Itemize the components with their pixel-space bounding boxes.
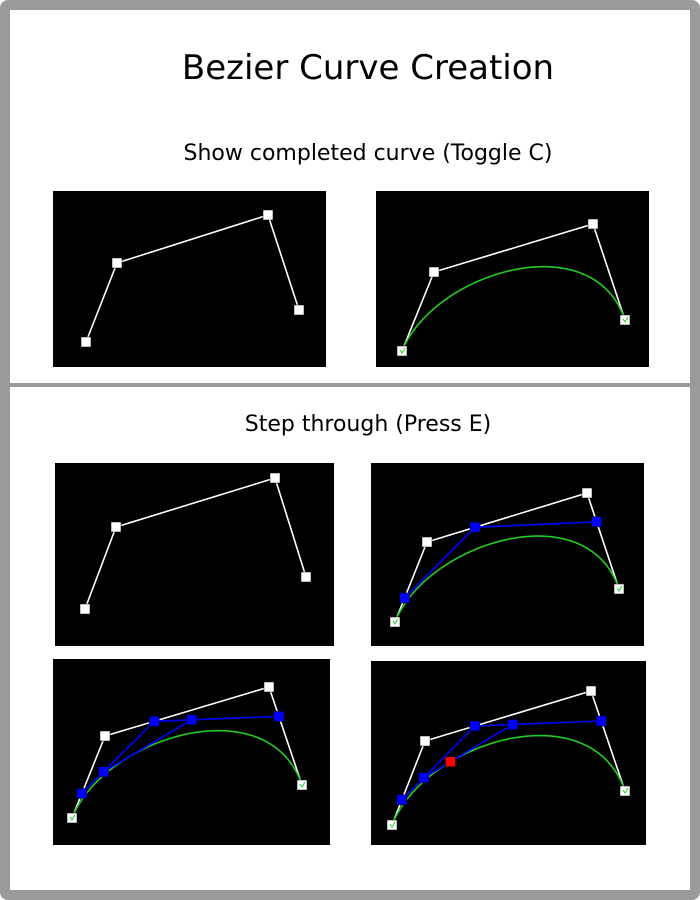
control-point <box>293 304 305 316</box>
control-polygon <box>85 213 300 343</box>
section-divider <box>10 383 690 387</box>
control-polygon <box>401 223 626 352</box>
bezier-canvas <box>389 487 625 628</box>
control-point <box>263 681 275 693</box>
bezier-canvas <box>79 472 312 615</box>
control-point <box>110 521 122 533</box>
control-point <box>389 616 401 628</box>
construction-line-level-1 <box>401 720 602 801</box>
intermediate-point <box>396 794 408 806</box>
intermediate-point <box>273 711 285 722</box>
control-point <box>581 487 593 499</box>
intermediate-point <box>595 715 607 727</box>
control-point <box>613 583 625 595</box>
panel-step-1 <box>371 463 644 646</box>
intermediate-point <box>418 772 430 783</box>
control-point <box>262 209 274 221</box>
panel-completed-on <box>376 191 649 367</box>
control-point <box>386 819 398 831</box>
control-point <box>419 735 431 747</box>
control-point <box>619 314 631 326</box>
section-heading-step: Step through (Press E) <box>244 412 492 437</box>
intermediate-point <box>469 720 481 732</box>
control-point <box>99 730 111 742</box>
curve-point-current <box>445 756 456 767</box>
bezier-curve <box>401 265 626 352</box>
control-point <box>296 779 308 791</box>
panel-step-0 <box>55 463 334 646</box>
bezier-canvas <box>80 209 305 348</box>
intermediate-point <box>76 788 88 799</box>
bezier-canvas <box>66 681 308 824</box>
panel-step-2 <box>53 659 330 845</box>
intermediate-point <box>98 766 109 778</box>
control-polygon <box>84 477 307 610</box>
intermediate-point <box>399 592 410 604</box>
control-point <box>111 257 123 269</box>
construction-line-level-1 <box>81 715 279 794</box>
intermediate-point <box>148 716 160 727</box>
control-point <box>300 571 312 583</box>
control-point <box>428 266 440 278</box>
panel-step-3 <box>371 661 646 845</box>
section-heading-completed: Show completed curve (Toggle C) <box>183 141 553 166</box>
control-point <box>396 345 408 357</box>
control-point <box>269 472 281 484</box>
control-point <box>79 603 91 615</box>
control-polygon <box>71 686 303 819</box>
intermediate-point <box>591 516 602 528</box>
panel-completed-off <box>53 191 326 367</box>
intermediate-point <box>469 522 481 533</box>
bezier-curve <box>394 535 620 623</box>
construction-line-level-1 <box>404 521 597 599</box>
control-polygon <box>394 492 620 623</box>
control-point <box>66 812 78 824</box>
bezier-canvas <box>396 218 631 357</box>
bezier-canvas <box>386 685 631 831</box>
control-point <box>80 336 92 348</box>
control-point <box>421 536 433 548</box>
control-polygon <box>391 690 626 826</box>
control-point <box>585 685 597 697</box>
page-title: Bezier Curve Creation <box>181 48 555 88</box>
intermediate-point <box>186 714 197 726</box>
control-point <box>587 218 599 230</box>
intermediate-point <box>507 719 518 730</box>
control-point <box>619 785 631 797</box>
